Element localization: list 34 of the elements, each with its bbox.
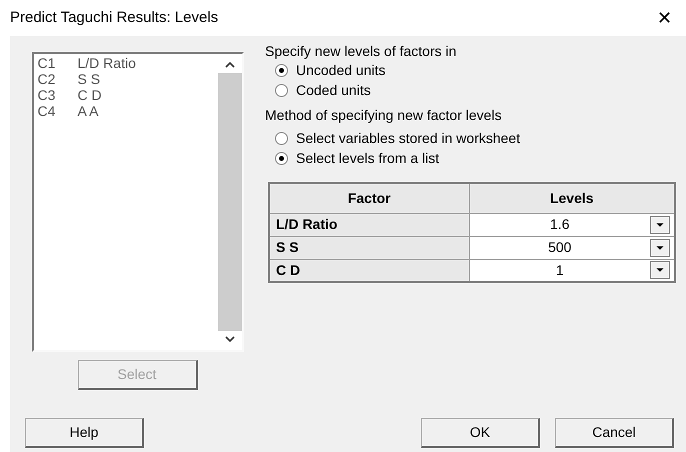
- variable-name: A A: [78, 103, 99, 119]
- level-dropdown[interactable]: 1.6: [469, 213, 675, 236]
- group-label: Specify new levels of factors in: [265, 42, 458, 60]
- radio-label[interactable]: Uncoded units: [296, 60, 386, 80]
- column-header: Factor: [269, 183, 469, 213]
- column-id: C1: [38, 55, 56, 71]
- group-label: Method of specifying new factor levels: [265, 106, 503, 124]
- factor-cell: S S: [269, 236, 469, 259]
- help-button[interactable]: Help: [25, 418, 144, 448]
- column-id: C3: [38, 87, 56, 103]
- cancel-button[interactable]: Cancel: [555, 418, 674, 448]
- scroll-down-icon[interactable]: [224, 336, 234, 342]
- radio-label[interactable]: Select levels from a list: [296, 148, 440, 168]
- variable-name: C D: [78, 87, 102, 103]
- level-dropdown[interactable]: 500: [469, 236, 675, 259]
- close-button[interactable]: ✕: [657, 9, 672, 27]
- radio-button[interactable]: [275, 132, 288, 144]
- variable-name: L/D Ratio: [78, 55, 136, 71]
- window-title: Predict Taguchi Results: Levels: [10, 8, 218, 28]
- level-dropdown[interactable]: 1: [469, 259, 675, 282]
- level-value: 500: [547, 238, 572, 257]
- variable-name: S S: [78, 71, 100, 87]
- ok-button[interactable]: OK: [421, 418, 540, 448]
- column-id: C2: [38, 71, 56, 87]
- radio-label[interactable]: Coded units: [296, 80, 371, 100]
- level-value: 1: [554, 260, 565, 280]
- factor-cell: L/D Ratio: [269, 213, 469, 236]
- radio-label[interactable]: Select variables stored in worksheet: [296, 128, 520, 148]
- radio-button[interactable]: [275, 64, 288, 76]
- radio-button[interactable]: [275, 152, 288, 164]
- level-value: 1.6: [549, 215, 570, 234]
- scroll-up-icon[interactable]: [224, 62, 234, 68]
- column-id: C4: [38, 103, 56, 119]
- radio-button[interactable]: [275, 84, 288, 96]
